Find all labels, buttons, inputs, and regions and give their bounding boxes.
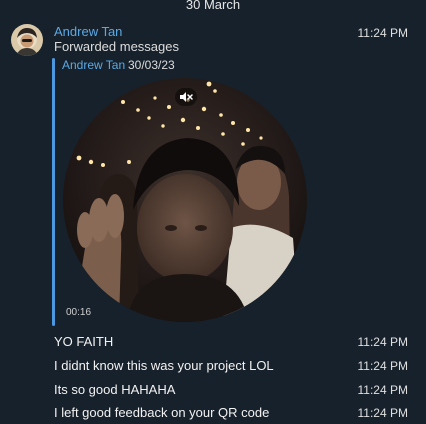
chat-view: 30 March Andrew Tan 11:24 PM Forwarded m… bbox=[0, 0, 426, 424]
forwarded-date: 30/03/23 bbox=[128, 58, 175, 72]
forwarded-author[interactable]: Andrew Tan bbox=[62, 58, 125, 72]
message-timestamp: 11:24 PM bbox=[357, 359, 408, 373]
video-message[interactable] bbox=[63, 78, 307, 322]
forwarded-quote-bar bbox=[52, 58, 55, 326]
sender-name[interactable]: Andrew Tan bbox=[54, 24, 122, 39]
message-timestamp: 11:24 PM bbox=[357, 26, 408, 40]
message-text: YO FAITH bbox=[54, 334, 114, 349]
message-timestamp: 11:24 PM bbox=[357, 335, 408, 349]
message-timestamp: 11:24 PM bbox=[357, 406, 408, 420]
message-text: Its so good HAHAHA bbox=[54, 382, 176, 397]
video-duration: 00:16 bbox=[66, 307, 92, 318]
date-separator: 30 March bbox=[185, 0, 241, 12]
speaker-muted-icon[interactable] bbox=[175, 88, 197, 106]
message-timestamp: 11:24 PM bbox=[357, 383, 408, 397]
message-text: I left good feedback on your QR code bbox=[54, 405, 270, 420]
forwarded-label: Forwarded messages bbox=[54, 39, 179, 54]
avatar[interactable] bbox=[11, 24, 43, 56]
message-text: I didnt know this was your project LOL bbox=[54, 358, 274, 373]
